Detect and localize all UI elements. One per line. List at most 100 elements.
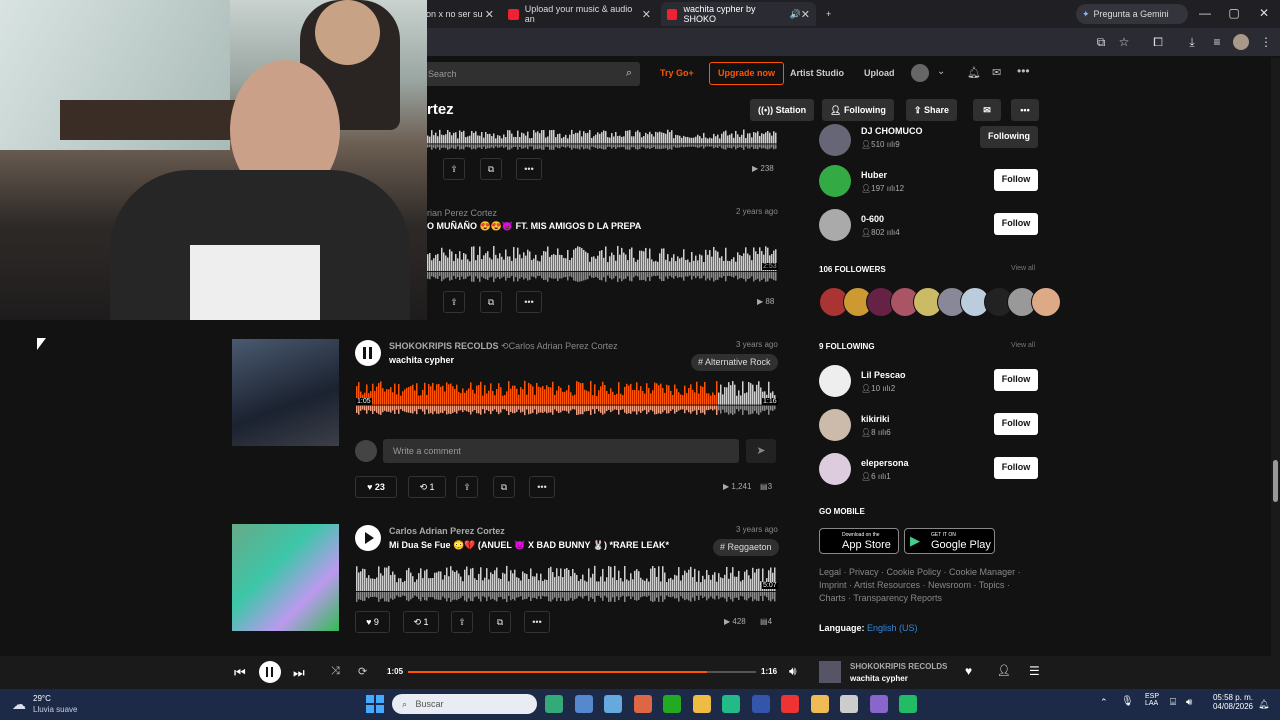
share-button[interactable]: ⇪ Share xyxy=(906,99,958,121)
notifications-bell-icon[interactable]: 🔔︎ xyxy=(967,66,981,79)
track-artwork[interactable] xyxy=(232,339,339,446)
chevron-down-icon[interactable]: ⌄ xyxy=(937,66,945,77)
track-waveform-playing[interactable] xyxy=(356,378,776,416)
user-avatar[interactable] xyxy=(819,124,851,156)
track-uploader[interactable]: rian Perez Cortez xyxy=(427,208,497,218)
track-waveform[interactable] xyxy=(427,243,777,283)
menu-dots-icon[interactable]: ⋮ xyxy=(1258,34,1274,50)
windows-start-icon[interactable] xyxy=(366,695,384,713)
app-icon[interactable] xyxy=(692,695,711,713)
user-avatar[interactable] xyxy=(819,409,851,441)
speaker-icon[interactable]: 🔊 xyxy=(790,9,801,20)
user-name[interactable]: DJ CHOMUCO xyxy=(861,126,923,136)
browser-tab[interactable]: Upload your music & audio an ✕ xyxy=(502,2,657,26)
track-waveform[interactable] xyxy=(427,128,777,150)
close-icon[interactable]: ✕ xyxy=(485,8,494,21)
follow-button[interactable]: Follow xyxy=(994,169,1038,191)
maximize-icon[interactable]: ▢ xyxy=(1226,5,1242,21)
weather-text[interactable]: Lluvia suave xyxy=(33,705,77,714)
close-icon[interactable]: ✕ xyxy=(801,8,810,21)
minimize-icon[interactable]: — xyxy=(1197,5,1213,21)
previous-icon[interactable]: ⏮ xyxy=(234,665,246,681)
app-icon[interactable] xyxy=(545,695,563,713)
shuffle-icon[interactable]: ⤨ xyxy=(331,665,340,678)
pause-button[interactable] xyxy=(259,661,281,683)
pause-button[interactable] xyxy=(355,340,381,366)
queue-icon[interactable]: ☰ xyxy=(1029,664,1040,678)
copy-link-button[interactable]: ⧉ xyxy=(480,158,502,180)
follow-button[interactable]: Follow xyxy=(994,457,1038,479)
next-icon[interactable]: ⏭ xyxy=(293,665,305,681)
scrollbar-thumb[interactable] xyxy=(1273,460,1278,502)
browser-tab-active[interactable]: wachita cypher by SHOKO 🔊 ✕ xyxy=(661,2,816,26)
user-name[interactable]: elepersona xyxy=(861,458,909,468)
repost-button[interactable]: ⟲ 1 xyxy=(403,611,439,633)
google-play-badge[interactable]: ▶ GET IT ON Google Play xyxy=(904,528,995,554)
copy-link-button[interactable]: ⧉ xyxy=(480,291,502,313)
like-button[interactable]: ♥ 9 xyxy=(355,611,390,633)
browser-tab[interactable]: on x no ser su ✕ xyxy=(420,2,500,26)
track-uploader[interactable]: Carlos Adrian Perez Cortez xyxy=(389,526,505,536)
play-button[interactable] xyxy=(355,525,381,551)
copy-link-button[interactable]: ⧉ xyxy=(493,476,515,498)
user-avatar[interactable] xyxy=(911,64,929,82)
follow-button[interactable]: Follow xyxy=(994,413,1038,435)
upgrade-button[interactable]: Upgrade now xyxy=(709,62,784,85)
share-button[interactable]: ⇪ xyxy=(451,611,473,633)
app-store-badge[interactable]: Download on the App Store xyxy=(819,528,899,554)
calendar-icon[interactable] xyxy=(633,695,652,713)
app-icon[interactable] xyxy=(840,695,858,713)
messages-icon[interactable]: ✉ xyxy=(992,66,1001,79)
follow-button[interactable]: Follow xyxy=(994,369,1038,391)
user-name[interactable]: kikiriki xyxy=(861,414,890,424)
player-track[interactable]: wachita cypher xyxy=(850,674,908,683)
user-avatar[interactable] xyxy=(819,453,851,485)
track-uploader[interactable]: SHOKOKRIPIS RECOLDS ⟲Carlos Adrian Perez… xyxy=(389,341,618,352)
genre-tag[interactable]: # Alternative Rock xyxy=(691,354,778,371)
user-avatar[interactable] xyxy=(819,209,851,241)
gemini-button[interactable]: ✦ Pregunta a Gemini xyxy=(1076,4,1188,24)
language-link[interactable]: English (US) xyxy=(867,623,918,633)
install-icon[interactable]: ⧉ xyxy=(1093,34,1109,50)
user-name[interactable]: Lil Pescao xyxy=(861,370,906,380)
more-button[interactable]: ••• xyxy=(1011,99,1039,121)
footer-links[interactable]: Imprint · Artist Resources · Newsroom · … xyxy=(819,579,1010,592)
track-title[interactable]: O MUÑAÑO 😍😍👿 FT. MIS AMIGOS D LA PREPA xyxy=(427,221,641,232)
new-tab-button[interactable]: + xyxy=(820,2,838,26)
volume-icon[interactable]: 🔊︎ xyxy=(789,664,797,679)
player-artwork[interactable] xyxy=(819,661,841,683)
share-button[interactable]: ⇪ xyxy=(443,291,465,313)
files-icon[interactable] xyxy=(574,695,593,713)
send-icon[interactable]: ➤ xyxy=(746,439,776,463)
more-button[interactable]: ••• xyxy=(516,291,542,313)
media-icon[interactable]: ≡ xyxy=(1209,34,1225,50)
clock[interactable]: 05:58 p. m. 04/08/2026 xyxy=(1209,693,1253,711)
search-input[interactable]: Search ⌕ xyxy=(420,62,640,86)
user-name[interactable]: Huber xyxy=(861,170,887,180)
user-avatar[interactable] xyxy=(819,165,851,197)
discord-icon[interactable] xyxy=(869,695,888,713)
scrollbar[interactable] xyxy=(1271,58,1280,656)
message-button[interactable]: ✉ xyxy=(973,99,1001,121)
upload-link[interactable]: Upload xyxy=(864,68,895,78)
copy-link-button[interactable]: ⧉ xyxy=(489,611,511,633)
bookmark-star-icon[interactable]: ☆ xyxy=(1116,34,1132,50)
player-artist[interactable]: SHOKOKRIPIS RECOLDS xyxy=(850,662,947,671)
follow-button[interactable]: Follow xyxy=(994,213,1038,235)
share-button[interactable]: ⇪ xyxy=(443,158,465,180)
view-all-link[interactable]: View all xyxy=(1011,265,1035,272)
task-icon[interactable] xyxy=(604,695,622,713)
repeat-icon[interactable]: ⟳ xyxy=(358,665,367,678)
follow-user-icon[interactable]: 👤︎ xyxy=(997,664,1011,677)
network-icon[interactable]: ⌸ xyxy=(1170,697,1176,708)
track-title[interactable]: Mi Dua Se Fue 😳💔 (ANUEL 👿 X BAD BUNNY 🐰)… xyxy=(389,540,669,551)
following-button[interactable]: 👤︎ Following xyxy=(822,99,894,121)
xbox-icon[interactable] xyxy=(663,695,681,713)
track-title[interactable]: wachita cypher xyxy=(389,355,454,365)
weather-icon[interactable]: ☁ xyxy=(12,696,26,713)
close-window-icon[interactable]: ✕ xyxy=(1256,5,1272,21)
station-button[interactable]: ((•)) Station xyxy=(750,99,815,121)
download-icon[interactable]: ⤓ xyxy=(1184,34,1200,50)
comment-input[interactable]: Write a comment xyxy=(383,439,739,463)
extensions-icon[interactable]: ⧠ xyxy=(1150,34,1166,50)
